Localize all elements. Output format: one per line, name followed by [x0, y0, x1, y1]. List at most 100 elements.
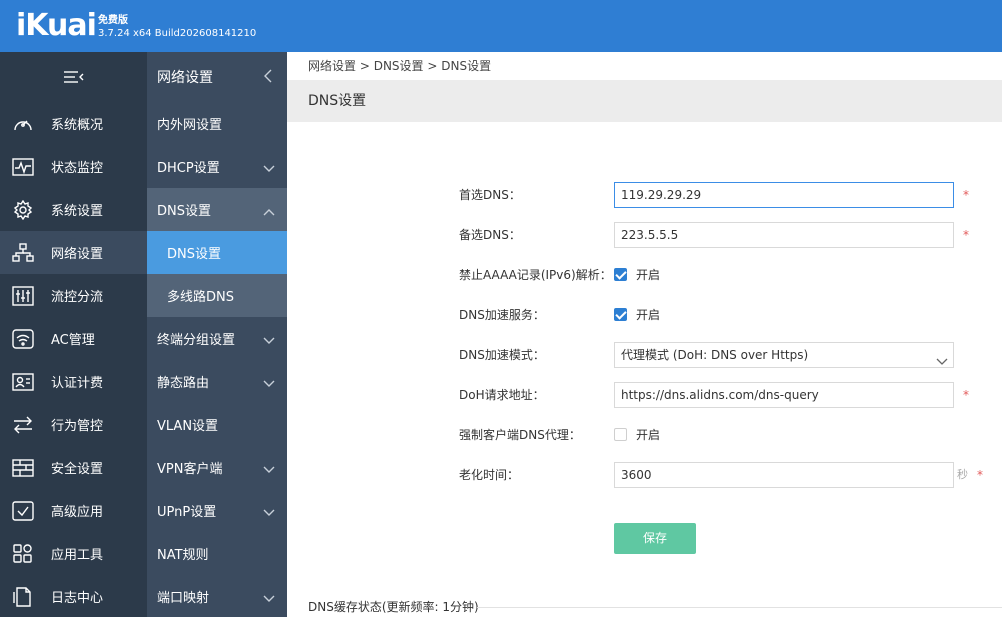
wifi-icon — [11, 328, 35, 349]
subnav-item-nat[interactable]: NAT规则 — [147, 532, 287, 575]
chevron-down-icon — [263, 463, 275, 478]
aging-row: 老化时间： 3600 秒 * — [287, 462, 1002, 488]
sidebar-item-label: 日志中心 — [51, 591, 104, 606]
sidebar-item-logs[interactable]: 日志中心 — [0, 575, 147, 617]
mode-select[interactable]: 代理模式 (DoH: DNS over Https) — [614, 342, 954, 368]
sidebar-item-flow-control[interactable]: 流控分流 — [0, 274, 147, 317]
sidebar-item-behavior[interactable]: 行为管控 — [0, 403, 147, 446]
sidebar-item-monitor[interactable]: 状态监控 — [0, 145, 147, 188]
sidebar-item-ac[interactable]: AC管理 — [0, 317, 147, 360]
sidebar-item-security[interactable]: 安全设置 — [0, 446, 147, 489]
sidebar-item-label: 系统设置 — [51, 204, 104, 219]
ikuai-logo[interactable]: iKuai — [16, 8, 97, 44]
version-label: 3.7.24 x64 Build202608141210 — [98, 28, 257, 39]
sidebar-item-label: 安全设置 — [51, 462, 104, 477]
chevron-down-icon — [936, 350, 948, 374]
sidebar-item-system[interactable]: 系统设置 — [0, 188, 147, 231]
mode-row: DNS加速模式： 代理模式 (DoH: DNS over Https) — [287, 342, 1002, 368]
subnav-item-dhcp[interactable]: DHCP设置 — [147, 145, 287, 188]
chevron-down-icon — [263, 162, 275, 177]
subnav-item-label: VPN客户端 — [157, 462, 223, 477]
chevron-up-icon — [263, 205, 275, 220]
accel-enable-text[interactable]: 开启 — [636, 302, 660, 328]
secondary-dns-input[interactable]: 223.5.5.5 — [614, 222, 954, 248]
divider — [477, 607, 1002, 608]
primary-dns-input[interactable]: 119.29.29.29 — [614, 182, 954, 208]
chevron-down-icon — [263, 334, 275, 349]
subnav-item-label: 内外网设置 — [157, 118, 223, 133]
breadcrumb: 网络设置 > DNS设置 > DNS设置 — [287, 52, 1002, 80]
mode-select-value: 代理模式 (DoH: DNS over Https) — [621, 348, 809, 362]
subnav-item-vpn-client[interactable]: VPN客户端 — [147, 446, 287, 489]
chevron-left-icon[interactable] — [263, 69, 273, 87]
sidebar-item-overview[interactable]: 系统概况 — [0, 102, 147, 145]
aaaa-enable-text[interactable]: 开启 — [636, 262, 660, 288]
required-mark: * — [963, 228, 969, 242]
subnav-item-label: VLAN设置 — [157, 419, 219, 434]
sidebar-item-label: 系统概况 — [51, 118, 104, 133]
dns-cache-status-title: DNS缓存状态(更新频率: 1分钟) — [308, 600, 479, 614]
sidebar-item-network[interactable]: 网络设置 — [0, 231, 147, 274]
breadcrumb-separator: > — [423, 59, 442, 73]
sidebar-item-tools[interactable]: 应用工具 — [0, 532, 147, 575]
sidebar-item-label: 流控分流 — [51, 290, 104, 305]
aging-input[interactable]: 3600 — [614, 462, 954, 488]
accel-row: DNS加速服务： 开启 — [287, 302, 1002, 328]
main-content: 网络设置 > DNS设置 > DNS设置 DNS设置 首选DNS： 119.29… — [287, 52, 1002, 617]
subnav-title[interactable]: 网络设置 — [147, 52, 287, 102]
accel-label: DNS加速服务： — [459, 308, 545, 322]
subnav-item-static-route[interactable]: 静态路由 — [147, 360, 287, 403]
sliders-icon — [11, 285, 35, 306]
monitor-icon — [11, 157, 35, 177]
sidebar-item-label: 高级应用 — [51, 505, 104, 520]
sidebar-item-advanced[interactable]: 高级应用 — [0, 489, 147, 532]
subnav-item-label: NAT规则 — [157, 548, 209, 563]
secondary-dns-row: 备选DNS： 223.5.5.5 * — [287, 222, 1002, 248]
chevron-down-icon — [263, 592, 275, 607]
doh-url-input[interactable]: https://dns.alidns.com/dns-query — [614, 382, 954, 408]
subnav-title-label: 网络设置 — [157, 70, 213, 86]
chevron-down-icon — [263, 377, 275, 392]
aging-label: 老化时间： — [459, 468, 520, 482]
subnav-item-label: 多线路DNS — [167, 290, 234, 305]
edition-label: 免费版 — [98, 15, 128, 26]
secondary-dns-label: 备选DNS： — [459, 228, 521, 242]
sidebar-item-label: 状态监控 — [51, 161, 104, 176]
subnav-item-label: DHCP设置 — [157, 161, 220, 176]
breadcrumb-network[interactable]: 网络设置 — [308, 59, 356, 73]
accel-checkbox[interactable] — [614, 308, 627, 321]
aaaa-checkbox[interactable] — [614, 268, 627, 281]
save-button[interactable]: 保存 — [614, 523, 696, 554]
required-mark: * — [963, 388, 969, 402]
primary-dns-row: 首选DNS： 119.29.29.29 * — [287, 182, 1002, 208]
sidebar-item-label: AC管理 — [51, 333, 95, 348]
menu-collapse-toggle[interactable] — [0, 52, 147, 102]
subnav-item-port-mapping[interactable]: 端口映射 — [147, 575, 287, 617]
mode-label: DNS加速模式： — [459, 348, 545, 362]
force-enable-text[interactable]: 开启 — [636, 422, 660, 448]
subnav-item-terminal-groups[interactable]: 终端分组设置 — [147, 317, 287, 360]
subnav-item-upnp[interactable]: UPnP设置 — [147, 489, 287, 532]
subnav-item-lan-wan[interactable]: 内外网设置 — [147, 102, 287, 145]
top-header: iKuai 免费版 3.7.24 x64 Build202608141210 — [0, 0, 1002, 52]
subnav-item-label: DNS设置 — [167, 247, 221, 262]
sidebar-item-label: 行为管控 — [51, 419, 104, 434]
force-row: 强制客户端DNS代理： 开启 — [287, 422, 1002, 448]
breadcrumb-dns[interactable]: DNS设置 — [374, 59, 424, 73]
subnav-item-label: 静态路由 — [157, 376, 210, 391]
aaaa-row: 禁止AAAA记录(IPv6)解析： 开启 — [287, 262, 1002, 288]
network-icon — [11, 242, 35, 263]
subnav-item-label: DNS设置 — [157, 204, 211, 219]
sidebar-item-label: 应用工具 — [51, 548, 104, 563]
subnav-subitem-multiline-dns[interactable]: 多线路DNS — [147, 274, 287, 317]
gear-icon — [11, 199, 35, 220]
document-icon — [11, 586, 35, 607]
required-mark: * — [977, 468, 983, 482]
subnav-item-dns[interactable]: DNS设置 — [147, 188, 287, 231]
subnav-item-vlan[interactable]: VLAN设置 — [147, 403, 287, 446]
subnav-subitem-dns-settings[interactable]: DNS设置 — [147, 231, 287, 274]
doh-label: DoH请求地址： — [459, 388, 545, 402]
force-checkbox[interactable] — [614, 428, 627, 441]
sidebar-item-label: 网络设置 — [51, 247, 104, 262]
sidebar-item-auth[interactable]: 认证计费 — [0, 360, 147, 403]
